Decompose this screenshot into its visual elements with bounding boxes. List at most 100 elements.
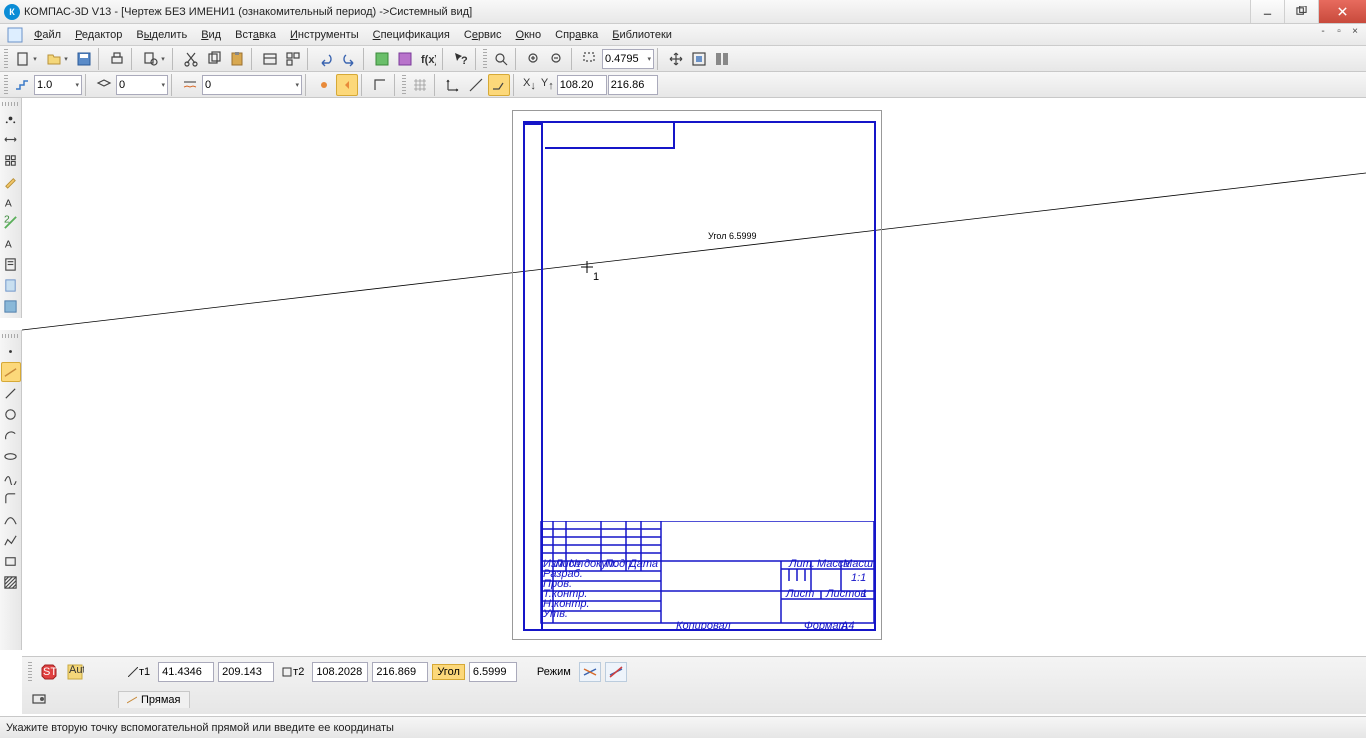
toolbar-grip[interactable] <box>4 49 8 69</box>
zoom-in-button[interactable] <box>523 48 545 70</box>
mdi-restore-icon[interactable]: ▫ <box>1332 26 1346 40</box>
stop-icon[interactable]: STOP <box>38 661 60 683</box>
angle-label[interactable]: Угол <box>432 664 465 680</box>
select-icon[interactable]: A <box>1 234 21 254</box>
toolbar-grip[interactable] <box>4 75 8 95</box>
maximize-button[interactable] <box>1284 0 1318 23</box>
fillet-tool-icon[interactable] <box>1 488 21 508</box>
vtb-grip[interactable] <box>2 102 20 106</box>
ellipse-tool-icon[interactable] <box>1 446 21 466</box>
angle-input[interactable] <box>469 662 517 682</box>
point2-y-input[interactable] <box>372 662 428 682</box>
auto-create-icon[interactable]: Auto <box>64 661 86 683</box>
vtb-grip[interactable] <box>2 334 20 338</box>
menu-spec[interactable]: Спецификация <box>367 27 456 43</box>
bezier-tool-icon[interactable] <box>1 509 21 529</box>
manager-button[interactable] <box>371 48 393 70</box>
spline-tool-icon[interactable] <box>1 467 21 487</box>
circle-tool-icon[interactable] <box>1 404 21 424</box>
toolbar-grip[interactable] <box>402 75 406 95</box>
drawing-canvas[interactable]: Угол 6.5999 1 <box>22 98 1366 656</box>
refresh-button[interactable] <box>711 48 733 70</box>
cut-button[interactable] <box>180 48 202 70</box>
menu-help[interactable]: Справка <box>549 27 604 43</box>
axis-button[interactable] <box>465 74 487 96</box>
system-menu-icon[interactable] <box>6 26 24 44</box>
close-button[interactable] <box>1318 0 1366 23</box>
point1-x-input[interactable] <box>158 662 214 682</box>
help-cursor-button[interactable]: ? <box>450 48 472 70</box>
print-button[interactable] <box>106 48 128 70</box>
menu-window[interactable]: Окно <box>510 27 548 43</box>
style-combo[interactable]: 0 <box>202 75 302 95</box>
save-button[interactable] <box>73 48 95 70</box>
point2-x-input[interactable] <box>312 662 368 682</box>
menu-select[interactable]: Выделить <box>130 27 193 43</box>
snap-active-button[interactable] <box>336 74 358 96</box>
geometry-panel-icon[interactable] <box>1 109 21 129</box>
zoom-fit-button[interactable] <box>688 48 710 70</box>
copy-button[interactable] <box>203 48 225 70</box>
edit-icon[interactable] <box>1 171 21 191</box>
coord-y-input[interactable] <box>608 75 658 95</box>
scale-combo[interactable]: 1.0 <box>34 75 82 95</box>
polyline-tool-icon[interactable] <box>1 530 21 550</box>
tab-line[interactable]: Прямая <box>118 691 190 708</box>
properties-button[interactable] <box>259 48 281 70</box>
ortho-button[interactable] <box>369 74 391 96</box>
variables-button[interactable] <box>394 48 416 70</box>
redo-button[interactable] <box>338 48 360 70</box>
open-button[interactable] <box>42 48 72 70</box>
zoom-window-button[interactable] <box>490 48 512 70</box>
menu-view[interactable]: Вид <box>195 27 227 43</box>
mdi-min-icon[interactable]: - <box>1316 26 1330 40</box>
spec-icon[interactable] <box>1 255 21 275</box>
menu-insert[interactable]: Вставка <box>229 27 282 43</box>
dimensions-icon[interactable] <box>1 130 21 150</box>
views-icon[interactable] <box>1 296 21 316</box>
new-button[interactable] <box>11 48 41 70</box>
local-cs-button[interactable] <box>442 74 464 96</box>
pan-button[interactable] <box>665 48 687 70</box>
coord-x-input[interactable] <box>557 75 607 95</box>
toolbar-grip[interactable] <box>483 49 487 69</box>
menu-file[interactable]: ФФайлайл <box>28 27 67 43</box>
ortho-mode-button[interactable] <box>488 74 510 96</box>
notation-icon[interactable] <box>1 151 21 171</box>
preview-button[interactable] <box>139 48 169 70</box>
aux-line-tool-icon[interactable] <box>1 362 21 382</box>
panel-toggle-icon[interactable] <box>28 688 50 710</box>
zoom-combo[interactable]: 0.4795 <box>602 49 654 69</box>
point1-y-input[interactable] <box>218 662 274 682</box>
minimize-button[interactable] <box>1250 0 1284 23</box>
paste-button[interactable] <box>226 48 248 70</box>
rect-tool-icon[interactable] <box>1 551 21 571</box>
arc-tool-icon[interactable] <box>1 425 21 445</box>
mdi-close-icon[interactable]: × <box>1348 26 1362 40</box>
menu-service[interactable]: Сервис <box>458 27 508 43</box>
zoom-out-button[interactable] <box>546 48 568 70</box>
menu-libs[interactable]: Библиотеки <box>606 27 678 43</box>
segment-tool-icon[interactable] <box>1 383 21 403</box>
layer-icon-button[interactable] <box>93 74 115 96</box>
measure-icon[interactable]: 2 <box>1 213 21 233</box>
prop-grip[interactable] <box>28 662 32 682</box>
hatch-tool-icon[interactable] <box>1 572 21 592</box>
linestyle-button[interactable] <box>179 74 201 96</box>
mode-put-icon[interactable] <box>579 662 601 682</box>
menu-editor[interactable]: Редактор <box>69 27 128 43</box>
menu-tools[interactable]: Инструменты <box>284 27 365 43</box>
fx-button[interactable]: f(x) <box>417 48 439 70</box>
grid-button[interactable] <box>409 74 431 96</box>
step-button[interactable] <box>11 74 33 96</box>
layer-combo[interactable]: 0 <box>116 75 168 95</box>
undo-button[interactable] <box>315 48 337 70</box>
objects-button[interactable] <box>282 48 304 70</box>
point-tool-icon[interactable] <box>1 341 21 361</box>
report-icon[interactable] <box>1 275 21 295</box>
toolbar-state: 1.0 0 0 X↓ Y↑ <box>0 72 1366 98</box>
mode-nocreate-icon[interactable] <box>605 662 627 682</box>
snap-toggle-button[interactable] <box>313 74 335 96</box>
zoom-area-button[interactable] <box>579 48 601 70</box>
parametric-icon[interactable]: A <box>1 192 21 212</box>
